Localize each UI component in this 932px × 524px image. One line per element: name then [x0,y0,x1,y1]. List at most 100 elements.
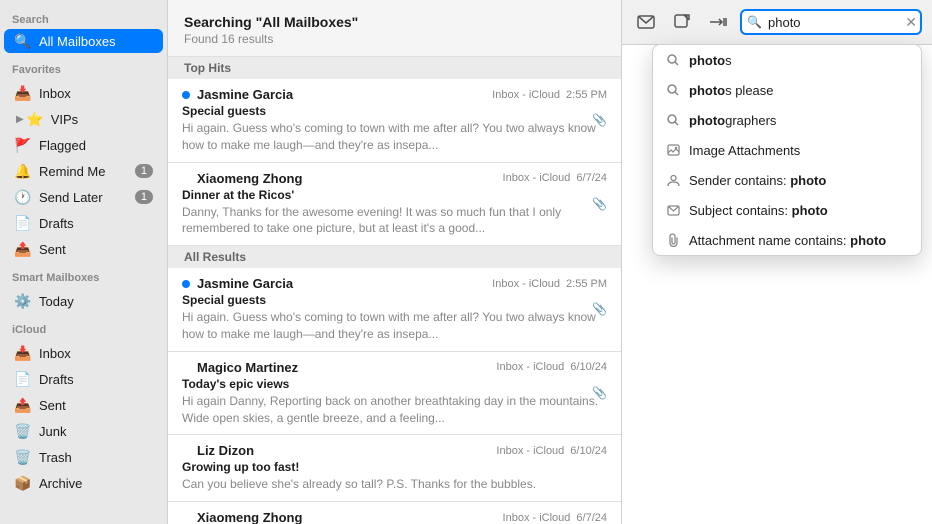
email-item[interactable]: Xiaomeng Zhong Inbox - iCloud 6/7/24 Din… [168,502,621,524]
sidebar-item-vips[interactable]: ▶ ⭐ VIPs [4,107,163,131]
paperclip-icon: 📎 [592,386,607,400]
email-item-header: Xiaomeng Zhong Inbox - iCloud 6/7/24 [182,171,607,186]
email-subject: Growing up too fast! [182,460,607,474]
icloud-junk-icon: 🗑️ [14,422,32,440]
email-preview: Hi again. Guess who's coming to town wit… [182,120,607,154]
email-mailbox: Inbox - iCloud [496,361,564,373]
autocomplete-item-image-attachments[interactable]: Image Attachments [653,135,921,165]
email-item[interactable]: Magico Martinez Inbox - iCloud 6/10/24 T… [168,352,621,436]
autocomplete-item-photographers[interactable]: photographers [653,105,921,135]
email-sender-row: Xiaomeng Zhong [182,510,302,524]
email-list: Top Hits Jasmine Garcia Inbox - iCloud 2… [168,57,621,524]
sent-label: Sent [39,242,153,257]
email-sender: Xiaomeng Zhong [197,171,302,186]
email-item-header: Xiaomeng Zhong Inbox - iCloud 6/7/24 [182,510,607,524]
all-mailboxes-icon: 🔍 [14,32,32,50]
email-preview: Can you believe she's already so tall? P… [182,476,607,493]
autocomplete-item-photos[interactable]: photos [653,45,921,75]
email-meta: Inbox - iCloud 2:55 PM [492,278,607,290]
expand-button[interactable] [704,8,732,36]
email-sender-row: Jasmine Garcia [182,87,293,102]
email-sender: Jasmine Garcia [197,87,293,102]
compose-button[interactable] [668,8,696,36]
autocomplete-item-sender-contains[interactable]: Sender contains: photo [653,165,921,195]
email-sender-row: Liz Dizon [182,443,254,458]
email-item[interactable]: Jasmine Garcia Inbox - iCloud 2:55 PM Sp… [168,268,621,352]
envelope-icon [637,14,655,30]
email-mailbox: Inbox - iCloud [492,89,560,101]
search-icon [665,82,681,98]
email-item[interactable]: Liz Dizon Inbox - iCloud 6/10/24 Growing… [168,435,621,502]
paperclip-icon: 📎 [592,113,607,127]
sidebar-item-icloud-sent[interactable]: 📤 Sent [4,393,163,417]
sidebar-item-inbox[interactable]: 📥 Inbox [4,81,163,105]
sidebar-item-send-later[interactable]: 🕐 Send Later 1 [4,185,163,209]
icloud-archive-label: Archive [39,476,153,491]
autocomplete-item-subject-contains[interactable]: Subject contains: photo [653,195,921,225]
icloud-label: iCloud [0,314,167,340]
email-sender: Magico Martinez [197,360,298,375]
email-mailbox: Inbox - iCloud [496,445,564,457]
email-item[interactable]: Xiaomeng Zhong Inbox - iCloud 6/7/24 Din… [168,163,621,247]
vip-icon: ⭐ [26,110,44,128]
email-sender: Liz Dizon [197,443,254,458]
sidebar-item-today[interactable]: ⚙️ Today [4,289,163,313]
sidebar-search-section: Search [0,8,167,28]
flagged-label: Flagged [39,138,153,153]
email-item-header: Liz Dizon Inbox - iCloud 6/10/24 [182,443,607,458]
icloud-sent-label: Sent [39,398,153,413]
search-icon [665,52,681,68]
sidebar-item-icloud-archive[interactable]: 📦 Archive [4,471,163,495]
new-message-button[interactable] [632,8,660,36]
vip-label: VIPs [51,112,153,127]
inbox-label: Inbox [39,86,153,101]
email-item[interactable]: Jasmine Garcia Inbox - iCloud 2:55 PM Sp… [168,79,621,163]
unread-dot [182,280,190,288]
unread-dot [182,91,190,99]
image-icon [665,142,681,158]
autocomplete-text: photographers [689,113,909,128]
sidebar-item-all-mailboxes[interactable]: 🔍 All Mailboxes [4,29,163,53]
autocomplete-text: photos please [689,83,909,98]
email-item-header: Jasmine Garcia Inbox - iCloud 2:55 PM [182,87,607,102]
search-input[interactable] [740,9,922,35]
remind-me-icon: 🔔 [14,162,32,180]
search-box-container: 🔍 ✕ [740,9,922,35]
toolbar: 🔍 ✕ [622,0,932,45]
search-icon [665,112,681,128]
autocomplete-item-attachment-name[interactable]: Attachment name contains: photo [653,225,921,255]
sidebar-item-flagged[interactable]: 🚩 Flagged [4,133,163,157]
autocomplete-text: Attachment name contains: photo [689,233,909,248]
email-meta: Inbox - iCloud 6/10/24 [496,361,607,373]
email-meta: Inbox - iCloud 2:55 PM [492,89,607,101]
sidebar-item-sent[interactable]: 📤 Sent [4,237,163,261]
autocomplete-item-photos-please[interactable]: photos please [653,75,921,105]
sidebar-search-label: Search [8,14,159,26]
sidebar-item-icloud-trash[interactable]: 🗑️ Trash [4,445,163,469]
main-subtitle: Found 16 results [184,32,605,46]
sidebar-item-icloud-junk[interactable]: 🗑️ Junk [4,419,163,443]
email-mailbox: Inbox - iCloud [503,512,571,524]
today-icon: ⚙️ [14,292,32,310]
email-meta: Inbox - iCloud 6/10/24 [496,445,607,457]
search-clear-button[interactable]: ✕ [905,15,917,29]
sidebar-item-icloud-inbox[interactable]: 📥 Inbox [4,341,163,365]
sidebar-item-icloud-drafts[interactable]: 📄 Drafts [4,367,163,391]
drafts-label: Drafts [39,216,153,231]
email-meta: Inbox - iCloud 6/7/24 [503,172,607,184]
icloud-inbox-icon: 📥 [14,344,32,362]
right-panel: 🔍 ✕ photos photos please photographers [622,0,932,524]
autocomplete-text: photos [689,53,909,68]
compose-icon [674,14,690,30]
sidebar-item-remind-me[interactable]: 🔔 Remind Me 1 [4,159,163,183]
remind-me-label: Remind Me [39,164,135,179]
sidebar-item-drafts[interactable]: 📄 Drafts [4,211,163,235]
paperclip-icon: 📎 [592,302,607,316]
autocomplete-text: Sender contains: photo [689,173,909,188]
email-preview: Danny, Thanks for the awesome evening! I… [182,204,607,238]
icloud-inbox-label: Inbox [39,346,153,361]
sidebar: Search 🔍 All Mailboxes Favorites 📥 Inbox… [0,0,168,524]
email-subject: Dinner at the Ricos' [182,188,607,202]
today-label: Today [39,294,153,309]
email-time: 2:55 PM [566,89,607,101]
